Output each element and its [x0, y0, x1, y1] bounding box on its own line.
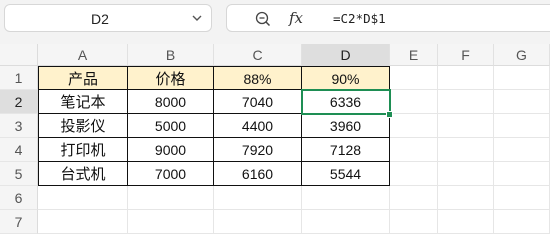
- cell-b6[interactable]: [128, 186, 214, 210]
- spreadsheet-grid[interactable]: A B C D E F G 1 2 3 4 5 6 7 产品 价格 88% 90…: [0, 44, 550, 249]
- active-cell-outline: [301, 89, 391, 115]
- cell-e6[interactable]: [390, 186, 438, 210]
- cell-a3[interactable]: 投影仪: [38, 114, 128, 138]
- cell-c5[interactable]: 6160: [214, 162, 302, 186]
- column-header-b[interactable]: B: [128, 44, 214, 66]
- cell-d3[interactable]: 3960: [302, 114, 390, 138]
- cell-f1[interactable]: [438, 66, 494, 90]
- fill-handle[interactable]: [386, 111, 393, 118]
- cell-e3[interactable]: [390, 114, 438, 138]
- column-header-e[interactable]: E: [390, 44, 438, 66]
- row-header-6[interactable]: 6: [0, 186, 38, 210]
- row-header-2[interactable]: 2: [0, 90, 38, 114]
- cell-a2[interactable]: 笔记本: [38, 90, 128, 114]
- cell-b1[interactable]: 价格: [128, 66, 214, 90]
- cell-c3[interactable]: 4400: [214, 114, 302, 138]
- cell-b7[interactable]: [128, 210, 214, 234]
- cell-f2[interactable]: [438, 90, 494, 114]
- cell-c2[interactable]: 7040: [214, 90, 302, 114]
- cell-b3[interactable]: 5000: [128, 114, 214, 138]
- cell-d6[interactable]: [302, 186, 390, 210]
- cell-e4[interactable]: [390, 138, 438, 162]
- column-header-f[interactable]: F: [438, 44, 494, 66]
- row-header-5[interactable]: 5: [0, 162, 38, 186]
- row-header-3[interactable]: 3: [0, 114, 38, 138]
- cell-c4[interactable]: 7920: [214, 138, 302, 162]
- cell-f5[interactable]: [438, 162, 494, 186]
- cell-e1[interactable]: [390, 66, 438, 90]
- cell-d5[interactable]: 5544: [302, 162, 390, 186]
- cell-d7[interactable]: [302, 210, 390, 234]
- cell-g2[interactable]: [494, 90, 550, 114]
- cell-c6[interactable]: [214, 186, 302, 210]
- chevron-down-icon[interactable]: [191, 12, 203, 24]
- zoom-icon[interactable]: [255, 11, 271, 27]
- cell-f4[interactable]: [438, 138, 494, 162]
- name-box[interactable]: D2: [4, 4, 212, 32]
- cell-b2[interactable]: 8000: [128, 90, 214, 114]
- row-header-4[interactable]: 4: [0, 138, 38, 162]
- cell-a1[interactable]: 产品: [38, 66, 128, 90]
- cell-g6[interactable]: [494, 186, 550, 210]
- cell-f3[interactable]: [438, 114, 494, 138]
- cell-g3[interactable]: [494, 114, 550, 138]
- column-header-d[interactable]: D: [302, 44, 390, 66]
- select-all-corner[interactable]: [0, 44, 38, 66]
- cell-d4[interactable]: 7128: [302, 138, 390, 162]
- cell-g1[interactable]: [494, 66, 550, 90]
- row-header-7[interactable]: 7: [0, 210, 38, 234]
- cell-g7[interactable]: [494, 210, 550, 234]
- formula-text[interactable]: =C2*D$1: [333, 5, 386, 33]
- cell-e2[interactable]: [390, 90, 438, 114]
- column-header-a[interactable]: A: [38, 44, 128, 66]
- cell-c7[interactable]: [214, 210, 302, 234]
- fx-icon[interactable]: fx: [289, 9, 303, 27]
- cell-b4[interactable]: 9000: [128, 138, 214, 162]
- formula-toolbar: D2 fx =C2*D$1: [0, 0, 550, 45]
- cell-d1[interactable]: 90%: [302, 66, 390, 90]
- column-header-c[interactable]: C: [214, 44, 302, 66]
- cell-a7[interactable]: [38, 210, 128, 234]
- cell-e5[interactable]: [390, 162, 438, 186]
- cell-f7[interactable]: [438, 210, 494, 234]
- formula-bar[interactable]: fx =C2*D$1: [226, 4, 550, 32]
- cell-b5[interactable]: 7000: [128, 162, 214, 186]
- cell-e7[interactable]: [390, 210, 438, 234]
- name-box-value: D2: [91, 11, 109, 27]
- cell-a5[interactable]: 台式机: [38, 162, 128, 186]
- column-header-g[interactable]: G: [494, 44, 550, 66]
- cell-c1[interactable]: 88%: [214, 66, 302, 90]
- row-header-1[interactable]: 1: [0, 66, 38, 90]
- cell-f6[interactable]: [438, 186, 494, 210]
- cell-a4[interactable]: 打印机: [38, 138, 128, 162]
- cell-g4[interactable]: [494, 138, 550, 162]
- cell-a6[interactable]: [38, 186, 128, 210]
- cell-g5[interactable]: [494, 162, 550, 186]
